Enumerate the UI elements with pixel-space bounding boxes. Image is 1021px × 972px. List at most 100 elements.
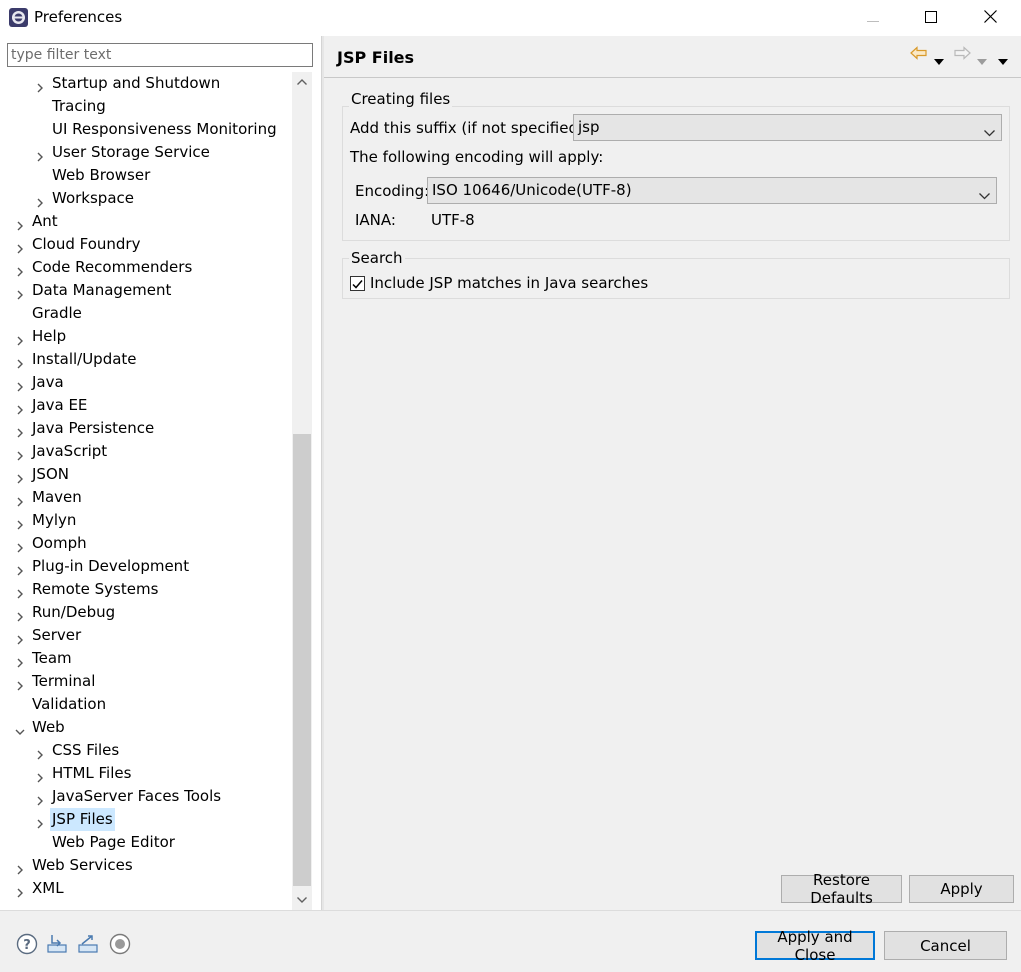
- tree-item-label: UI Responsiveness Monitoring: [52, 120, 277, 138]
- chevron-right-icon[interactable]: [14, 239, 26, 254]
- chevron-right-icon[interactable]: [34, 193, 46, 208]
- chevron-right-icon[interactable]: [14, 630, 26, 645]
- tree-item[interactable]: Java EE: [0, 394, 292, 417]
- chevron-right-icon[interactable]: [14, 515, 26, 530]
- tree-item[interactable]: CSS Files: [0, 739, 292, 762]
- tree-item[interactable]: Tracing: [0, 95, 292, 118]
- scroll-down-arrow-icon[interactable]: [292, 890, 312, 910]
- chevron-right-icon[interactable]: [14, 423, 26, 438]
- chevron-right-icon[interactable]: [14, 216, 26, 231]
- chevron-right-icon[interactable]: [34, 147, 46, 162]
- chevron-right-icon[interactable]: [14, 377, 26, 392]
- tree-item[interactable]: Plug-in Development: [0, 555, 292, 578]
- tree-item[interactable]: Ant: [0, 210, 292, 233]
- tree-item-label: Ant: [32, 212, 58, 230]
- import-icon[interactable]: [46, 933, 68, 955]
- tree-item[interactable]: Java Persistence: [0, 417, 292, 440]
- tree-item[interactable]: Remote Systems: [0, 578, 292, 601]
- tree-item[interactable]: Code Recommenders: [0, 256, 292, 279]
- chevron-right-icon[interactable]: [14, 469, 26, 484]
- tree-item[interactable]: Startup and Shutdown: [0, 72, 292, 95]
- chevron-right-icon[interactable]: [14, 883, 26, 898]
- tree-item[interactable]: Oomph: [0, 532, 292, 555]
- tree-item[interactable]: Web Services: [0, 854, 292, 877]
- restore-defaults-button[interactable]: Restore Defaults: [781, 871, 902, 907]
- tree-item[interactable]: User Storage Service: [0, 141, 292, 164]
- back-menu-dropdown-icon[interactable]: [934, 51, 944, 69]
- chevron-right-icon[interactable]: [34, 745, 46, 760]
- include-jsp-matches-label[interactable]: Include JSP matches in Java searches: [370, 274, 648, 292]
- scroll-up-arrow-icon[interactable]: [292, 72, 312, 92]
- chevron-down-icon: [979, 186, 990, 204]
- apply-and-close-button[interactable]: Apply and Close: [755, 928, 875, 964]
- help-icon[interactable]: ?: [16, 933, 38, 955]
- include-jsp-matches-checkbox[interactable]: [350, 276, 365, 291]
- chevron-right-icon[interactable]: [14, 285, 26, 300]
- cancel-button[interactable]: Cancel: [884, 931, 1007, 960]
- tree-item[interactable]: Validation: [0, 693, 292, 716]
- apply-button[interactable]: Apply: [909, 875, 1014, 903]
- tree-item[interactable]: Install/Update: [0, 348, 292, 371]
- chevron-right-icon[interactable]: [14, 653, 26, 668]
- page-navigation: [910, 46, 1020, 66]
- tree-item[interactable]: Gradle: [0, 302, 292, 325]
- tree-item[interactable]: Data Management: [0, 279, 292, 302]
- chevron-right-icon[interactable]: [14, 676, 26, 691]
- tree-item[interactable]: Web Browser: [0, 164, 292, 187]
- chevron-right-icon[interactable]: [14, 262, 26, 277]
- tree-item[interactable]: JavaServer Faces Tools: [0, 785, 292, 808]
- chevron-right-icon[interactable]: [34, 791, 46, 806]
- tree-item[interactable]: XML: [0, 877, 292, 900]
- chevron-right-icon[interactable]: [34, 814, 46, 829]
- back-arrow-icon[interactable]: [910, 46, 928, 64]
- iana-label: IANA:: [355, 211, 396, 229]
- tree-scrollbar[interactable]: [292, 72, 312, 910]
- close-button[interactable]: [961, 0, 1019, 36]
- chevron-right-icon[interactable]: [14, 584, 26, 599]
- tree-item[interactable]: UI Responsiveness Monitoring: [0, 118, 292, 141]
- suffix-select[interactable]: jsp: [573, 114, 1002, 141]
- record-icon[interactable]: [109, 933, 131, 955]
- tree-item[interactable]: JSON: [0, 463, 292, 486]
- view-menu-icon[interactable]: [998, 51, 1008, 69]
- tree-item[interactable]: Terminal: [0, 670, 292, 693]
- tree-item[interactable]: Cloud Foundry: [0, 233, 292, 256]
- export-icon[interactable]: [77, 933, 99, 955]
- tree-item[interactable]: Mylyn: [0, 509, 292, 532]
- tree-item-label: User Storage Service: [52, 143, 210, 161]
- chevron-down-icon[interactable]: [14, 722, 26, 735]
- tree-item[interactable]: Run/Debug: [0, 601, 292, 624]
- filter-input[interactable]: [7, 43, 313, 67]
- minimize-button[interactable]: [844, 0, 902, 36]
- tree-item[interactable]: Java: [0, 371, 292, 394]
- scrollbar-thumb[interactable]: [293, 434, 311, 886]
- tree-item[interactable]: Web: [0, 716, 292, 739]
- tree-item[interactable]: Server: [0, 624, 292, 647]
- chevron-right-icon[interactable]: [34, 78, 46, 93]
- chevron-right-icon[interactable]: [14, 400, 26, 415]
- tree-item-label: Team: [32, 649, 72, 667]
- forward-arrow-icon[interactable]: [953, 46, 971, 64]
- forward-menu-dropdown-icon[interactable]: [977, 51, 987, 69]
- tree-item[interactable]: Workspace: [0, 187, 292, 210]
- chevron-right-icon[interactable]: [34, 768, 46, 783]
- tree-item[interactable]: Team: [0, 647, 292, 670]
- chevron-right-icon[interactable]: [14, 354, 26, 369]
- tree-item[interactable]: HTML Files: [0, 762, 292, 785]
- chevron-right-icon[interactable]: [14, 538, 26, 553]
- chevron-right-icon[interactable]: [14, 331, 26, 346]
- tree-item-label: Run/Debug: [32, 603, 116, 621]
- tree-item[interactable]: Help: [0, 325, 292, 348]
- chevron-down-icon: [984, 123, 995, 141]
- chevron-right-icon[interactable]: [14, 860, 26, 875]
- chevron-right-icon[interactable]: [14, 607, 26, 622]
- tree-item[interactable]: JSP Files: [0, 808, 292, 831]
- maximize-button[interactable]: [902, 0, 960, 36]
- tree-item[interactable]: Maven: [0, 486, 292, 509]
- encoding-select[interactable]: ISO 10646/Unicode(UTF-8): [427, 177, 997, 204]
- chevron-right-icon[interactable]: [14, 446, 26, 461]
- tree-item[interactable]: Web Page Editor: [0, 831, 292, 854]
- chevron-right-icon[interactable]: [14, 492, 26, 507]
- tree-item[interactable]: JavaScript: [0, 440, 292, 463]
- chevron-right-icon[interactable]: [14, 561, 26, 576]
